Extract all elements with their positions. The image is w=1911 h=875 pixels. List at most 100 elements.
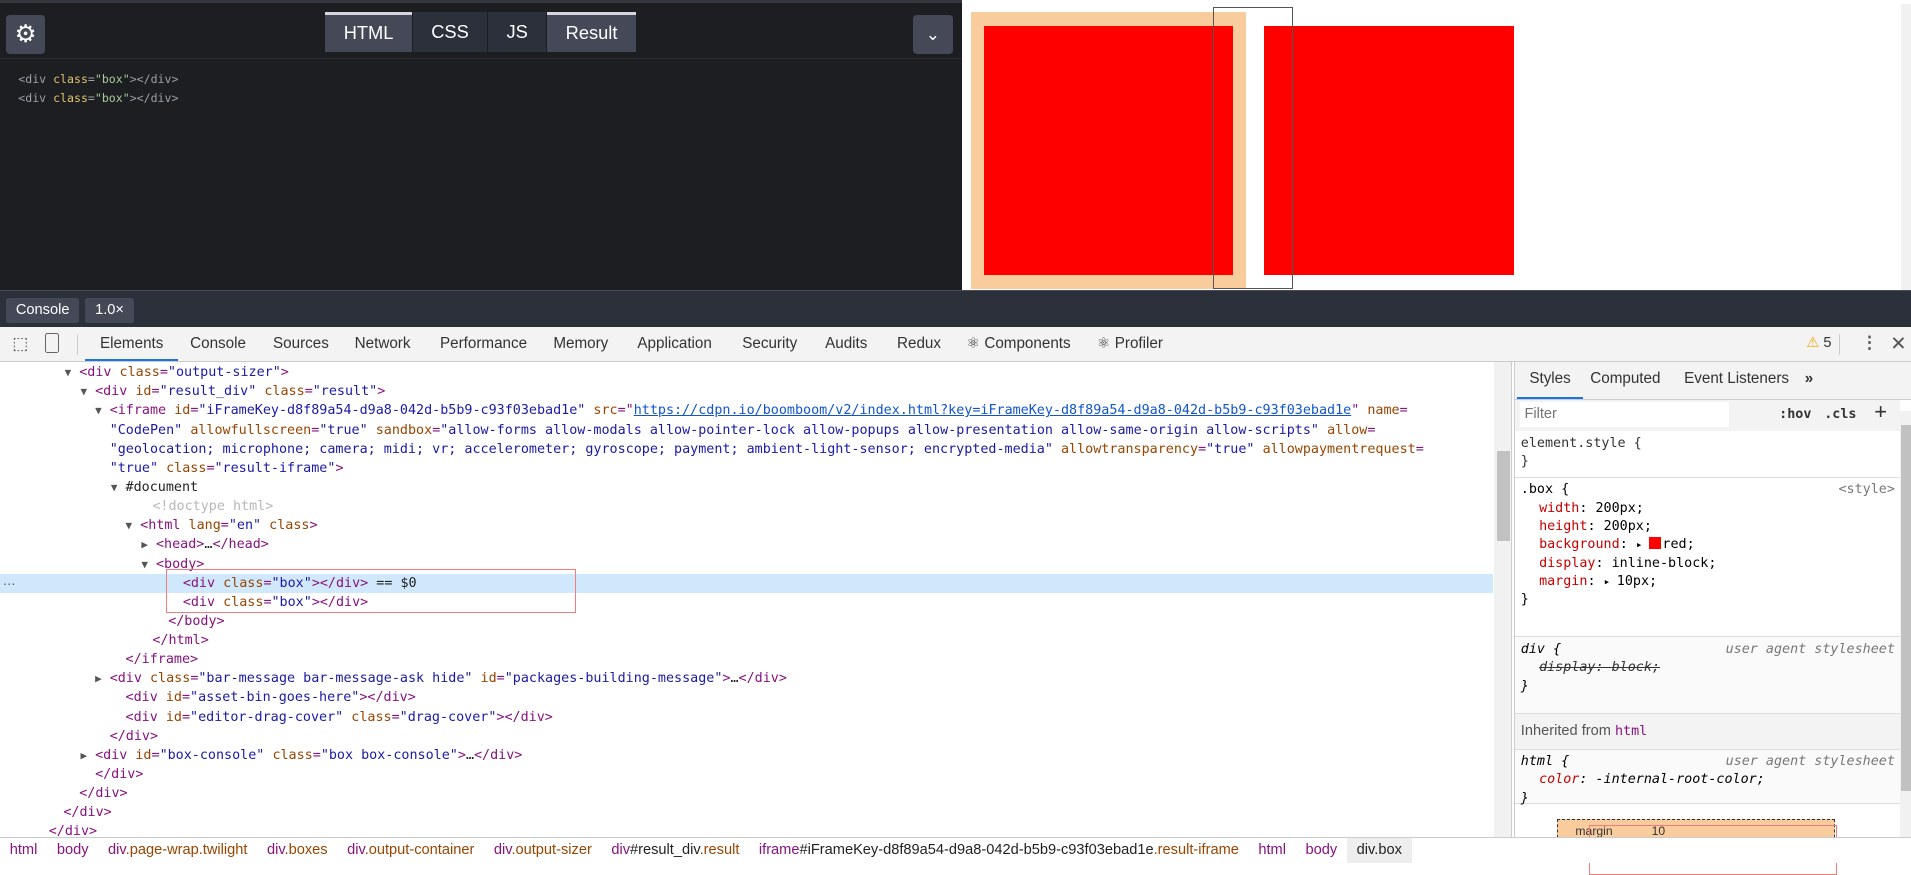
property-value[interactable]: red; <box>1662 537 1694 552</box>
red-box-2[interactable] <box>1263 25 1514 276</box>
breadcrumb-item[interactable]: html <box>0 838 47 864</box>
property-name[interactable]: height <box>1539 519 1587 534</box>
element-style-rule[interactable]: element.style { } <box>1514 431 1900 478</box>
elements-scrollbar-thumb[interactable] <box>1496 450 1511 542</box>
css-property[interactable]: height: 200px; <box>1539 518 1894 536</box>
expand-triangle-right-icon[interactable]: ▶ <box>95 669 110 689</box>
inherited-link[interactable]: html <box>1615 724 1647 739</box>
breadcrumb-item[interactable]: html <box>1249 838 1296 864</box>
dom-node-row[interactable]: ▶ <head>…</head> <box>0 535 1493 555</box>
new-rule-button[interactable]: + <box>1874 399 1887 425</box>
close-icon[interactable]: ✕ <box>1890 332 1906 356</box>
devtools-tab[interactable]: Sources <box>258 327 343 361</box>
console-button[interactable]: Console <box>6 298 80 323</box>
device-toggle-icon[interactable] <box>45 332 59 354</box>
devtools-tab[interactable]: Memory <box>539 327 623 361</box>
devtools-tab[interactable]: Redux <box>882 327 955 361</box>
zoom-button[interactable]: 1.0× <box>85 298 134 323</box>
tab-styles[interactable]: Styles <box>1517 362 1583 399</box>
tab-html[interactable]: HTML <box>325 11 412 52</box>
hov-toggle[interactable]: :hov <box>1779 407 1811 422</box>
dom-node-row[interactable]: ▼ <div id="result_div" class="result"> <box>0 382 1493 402</box>
expand-triangle-down-icon[interactable]: ▼ <box>80 382 95 402</box>
dom-node-row[interactable]: </div> <box>0 803 1493 823</box>
expand-triangle-down-icon[interactable]: ▼ <box>141 555 156 575</box>
tab-computed[interactable]: Computed <box>1578 362 1673 399</box>
breadcrumb-item[interactable]: div.output-sizer <box>484 838 601 864</box>
property-value[interactable]: 200px; <box>1604 519 1652 534</box>
dom-node-row[interactable]: ▶ <div id="box-console" class="box box-co… <box>0 746 1493 766</box>
property-name[interactable]: display <box>1539 556 1595 571</box>
chevron-down-icon[interactable]: ⌄ <box>912 15 954 55</box>
tab-js[interactable]: JS <box>488 11 547 52</box>
tab-result[interactable]: Result <box>547 11 636 52</box>
devtools-tab[interactable]: Security <box>728 327 812 361</box>
elements-scrollbar[interactable] <box>1494 361 1513 838</box>
dom-node-row[interactable]: </div> <box>0 727 1493 747</box>
expand-triangle-right-icon[interactable]: ▸ <box>1604 575 1617 588</box>
dom-node-row[interactable]: ▶ <div class = "bar-message bar-message-ask… <box>0 669 1493 689</box>
result-scrollbar[interactable] <box>1901 3 1911 291</box>
breadcrumb-item[interactable]: div.box <box>1346 837 1412 864</box>
breadcrumb-item[interactable]: div.output-container <box>337 838 484 864</box>
css-property[interactable]: background: ▸ red; <box>1539 536 1894 554</box>
devtools-tab[interactable]: Performance <box>425 327 541 361</box>
more-dots-icon[interactable]: … <box>2 573 15 588</box>
devtools-tab[interactable]: Network <box>340 327 425 361</box>
dom-node-row[interactable]: </html> <box>0 631 1493 651</box>
expand-triangle-down-icon[interactable]: ▼ <box>95 401 110 421</box>
dom-node-row[interactable]: </body> <box>0 612 1493 632</box>
breadcrumb-item[interactable]: body <box>47 838 98 864</box>
dom-node-row[interactable]: ▼ <iframe id = "iFrameKey-d8f89a54-d9a8-042… <box>0 401 1493 421</box>
dom-node-row[interactable]: "CodePen" allowfullscreen = "true" sandbox… <box>0 421 1493 441</box>
property-name[interactable]: background <box>1539 537 1620 552</box>
css-property[interactable]: width: 200px; <box>1539 500 1894 518</box>
dom-node-row[interactable]: </div> <box>0 784 1493 804</box>
code-line[interactable]: <div class="box"></div> <box>18 72 178 86</box>
cls-toggle[interactable]: .cls <box>1824 407 1856 422</box>
devtools-tab[interactable]: Console <box>176 327 261 361</box>
property-value[interactable]: 10px; <box>1617 574 1657 589</box>
dom-node-row[interactable]: ▼ <html lang="en" class> <box>0 516 1493 536</box>
devtools-tab[interactable]: ⚛ Components <box>952 327 1085 361</box>
tab-event-listeners[interactable]: Event Listeners <box>1672 362 1801 399</box>
breadcrumb-item[interactable]: div#result_div.result <box>602 838 750 864</box>
dom-node-row[interactable]: "geolocation; microphone; camera; midi; … <box>0 440 1493 460</box>
dom-node-row[interactable]: <div id="asset-bin-goes-here"></div> <box>0 688 1493 708</box>
dom-node-row[interactable]: <!doctype html> <box>0 497 1493 517</box>
red-box-1[interactable] <box>983 25 1234 276</box>
dom-node-row[interactable]: ▼ #document <box>0 478 1493 498</box>
expand-triangle-down-icon[interactable]: ▼ <box>111 478 126 498</box>
dom-node-row[interactable]: ▼ <div class="output-sizer"> <box>0 363 1493 383</box>
devtools-tab[interactable]: Audits <box>810 327 882 361</box>
expand-triangle-right-icon[interactable]: ▶ <box>141 535 156 555</box>
breadcrumb-item[interactable]: div.page-wrap.twilight <box>98 838 257 864</box>
box-rule[interactable]: .box {<style> width: 200px; height: 200px… <box>1514 478 1900 638</box>
property-value[interactable]: 200px; <box>1596 501 1644 516</box>
property-name[interactable]: margin <box>1539 574 1587 589</box>
dom-node-row[interactable]: </div> <box>0 765 1493 785</box>
src-link[interactable]: https://cdpn.io/boomboom/v2/index.html?k… <box>634 403 1352 418</box>
color-swatch[interactable] <box>1649 537 1662 550</box>
warnings-badge[interactable]: ⚠ 5 <box>1806 334 1831 351</box>
rule-source-link[interactable]: <style> <box>1839 481 1895 499</box>
more-tabs-icon[interactable]: » <box>1793 362 1826 399</box>
css-property[interactable]: margin: ▸ 10px; <box>1539 573 1894 591</box>
breadcrumb-item[interactable]: body <box>1296 838 1347 864</box>
html-editor[interactable]: ⚙ HTML CSS JS Result ⌄ <div class="box">… <box>0 0 962 291</box>
breadcrumb-item[interactable]: div.boxes <box>257 838 337 864</box>
dom-node-row[interactable]: </iframe> <box>0 650 1493 670</box>
expand-triangle-right-icon[interactable]: ▸ <box>1636 538 1649 551</box>
property-name[interactable]: width <box>1539 501 1579 516</box>
dom-node-row[interactable]: </div> <box>0 822 1493 837</box>
dom-node-row[interactable]: <div id="editor-drag-cover" class="drag-… <box>0 708 1493 728</box>
breadcrumb-item[interactable]: iframe#iFrameKey-d8f89a54-d9a8-042d-b5b9… <box>749 838 1248 864</box>
settings-gear-icon[interactable]: ⚙ <box>6 15 46 55</box>
devtools-tab[interactable]: Application <box>623 327 727 361</box>
tab-css[interactable]: CSS <box>412 11 488 52</box>
property-value[interactable]: inline-block; <box>1612 556 1717 571</box>
expand-triangle-down-icon[interactable]: ▼ <box>126 516 141 536</box>
devtools-tab[interactable]: Elements <box>85 327 179 361</box>
devtools-tab[interactable]: ⚛ Profiler <box>1082 327 1177 361</box>
expand-triangle-right-icon[interactable]: ▶ <box>80 746 95 766</box>
